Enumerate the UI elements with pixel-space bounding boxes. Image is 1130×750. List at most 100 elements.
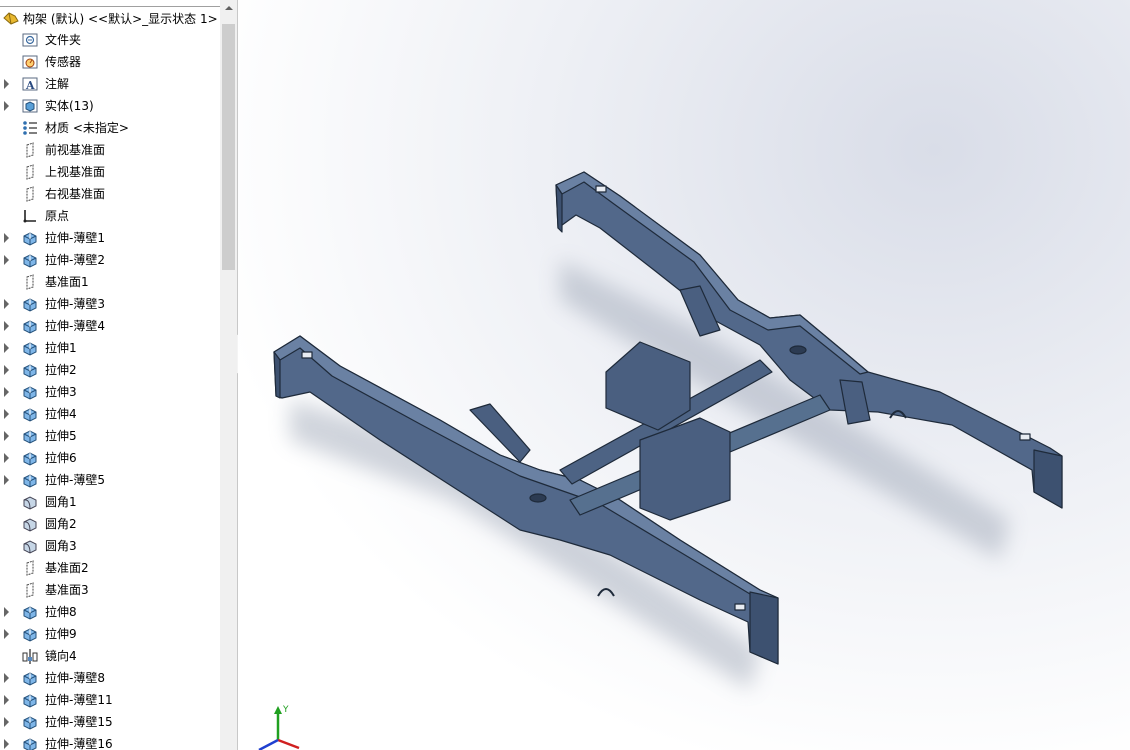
tree-item[interactable]: 右视基准面 — [0, 183, 220, 205]
tree-item[interactable]: 材质 <未指定> — [0, 117, 220, 139]
plane-icon — [26, 560, 34, 576]
tree-item[interactable]: 拉伸8 — [0, 601, 220, 623]
extrude-icon — [23, 430, 37, 444]
expand-arrow-icon[interactable] — [4, 739, 9, 749]
tree-item-label: 传感器 — [45, 55, 82, 69]
expand-arrow-icon[interactable] — [4, 673, 9, 683]
tree-filter-strip — [0, 0, 220, 7]
tree-scrollbar[interactable] — [220, 0, 237, 750]
tree-item[interactable]: A 注解 — [0, 73, 220, 95]
expand-arrow-icon[interactable] — [4, 607, 9, 617]
bogie-frame-model[interactable] — [238, 0, 1130, 750]
expand-arrow-icon[interactable] — [4, 453, 9, 463]
tree-item[interactable]: 上视基准面 — [0, 161, 220, 183]
expand-arrow-icon[interactable] — [4, 101, 9, 111]
origin-icon — [23, 210, 36, 223]
tree-item-label: 拉伸-薄壁11 — [45, 693, 113, 707]
tree-item[interactable]: 圆角2 — [0, 513, 220, 535]
tree-item[interactable]: 实体(13) — [0, 95, 220, 117]
tree-item-label: 拉伸6 — [45, 451, 77, 465]
tree-item[interactable]: 拉伸-薄壁1 — [0, 227, 220, 249]
expand-arrow-icon[interactable] — [4, 343, 9, 353]
tree-item-label: 文件夹 — [45, 33, 82, 47]
tree-item-label: 拉伸-薄壁8 — [45, 671, 105, 685]
tree-item[interactable]: 拉伸-薄壁16 — [0, 733, 220, 750]
tree-item[interactable]: 前视基准面 — [0, 139, 220, 161]
tree-item[interactable]: 拉伸-薄壁5 — [0, 469, 220, 491]
tree-item[interactable]: 拉伸2 — [0, 359, 220, 381]
extrude-icon — [23, 474, 37, 488]
tree-item[interactable]: 拉伸3 — [0, 381, 220, 403]
tree-item[interactable]: 拉伸4 — [0, 403, 220, 425]
tree-item[interactable]: 传感器 — [0, 51, 220, 73]
tree-root-part[interactable]: 构架 (默认) <<默认>_显示状态 1> — [0, 8, 218, 28]
scroll-up-arrow-icon[interactable] — [220, 0, 237, 17]
expand-arrow-icon[interactable] — [4, 321, 9, 331]
tree-item-label: 圆角1 — [45, 495, 77, 509]
triad-z-axis — [258, 738, 279, 750]
tree-item-label: 拉伸-薄壁3 — [45, 297, 105, 311]
extrude-icon — [23, 408, 37, 422]
coordinate-triad-icon: Y — [258, 705, 300, 750]
tree-item[interactable]: 镜向4 — [0, 645, 220, 667]
solid-bodies-icon — [22, 99, 38, 113]
extrude-icon — [23, 364, 37, 378]
folder-icon — [22, 33, 38, 47]
tree-item[interactable]: 拉伸-薄壁8 — [0, 667, 220, 689]
tree-item-label: 拉伸-薄壁5 — [45, 473, 105, 487]
extrude-icon — [23, 386, 37, 400]
extrude-icon — [23, 320, 37, 334]
expand-arrow-icon[interactable] — [4, 255, 9, 265]
tree-item[interactable]: 圆角1 — [0, 491, 220, 513]
tree-item[interactable]: 拉伸-薄壁3 — [0, 293, 220, 315]
expand-arrow-icon[interactable] — [4, 629, 9, 639]
tree-item-label: 右视基准面 — [45, 187, 106, 201]
expand-arrow-icon[interactable] — [4, 409, 9, 419]
tree-item[interactable]: 拉伸-薄壁15 — [0, 711, 220, 733]
tree-item[interactable]: 基准面2 — [0, 557, 220, 579]
scroll-thumb[interactable] — [222, 24, 235, 270]
expand-arrow-icon[interactable] — [4, 475, 9, 485]
extrude-icon — [23, 452, 37, 466]
svg-text:A: A — [25, 79, 35, 92]
plane-icon — [26, 274, 34, 290]
tree-item[interactable]: 拉伸-薄壁11 — [0, 689, 220, 711]
extrude-icon — [23, 342, 37, 356]
annotation-icon: A — [22, 77, 38, 92]
expand-arrow-icon[interactable] — [4, 365, 9, 375]
tree-item-label: 拉伸5 — [45, 429, 77, 443]
tree-item-label: 拉伸4 — [45, 407, 77, 421]
tree-item-label: 拉伸-薄壁1 — [45, 231, 105, 245]
expand-arrow-icon[interactable] — [4, 431, 9, 441]
tree-item-label: 镜向4 — [45, 649, 77, 663]
tree-item[interactable]: 拉伸6 — [0, 447, 220, 469]
plane-icon — [26, 164, 34, 180]
graphics-viewport[interactable] — [238, 0, 1130, 750]
expand-arrow-icon[interactable] — [4, 79, 9, 89]
tree-root-label: 构架 (默认) <<默认>_显示状态 1> — [23, 11, 218, 26]
tree-item[interactable]: 拉伸9 — [0, 623, 220, 645]
expand-arrow-icon[interactable] — [4, 299, 9, 309]
tree-item[interactable]: 拉伸-薄壁4 — [0, 315, 220, 337]
extrude-icon — [23, 694, 37, 708]
tree-item-label: 拉伸1 — [45, 341, 77, 355]
triad-y-arrow — [274, 706, 282, 714]
tree-item[interactable]: 原点 — [0, 205, 220, 227]
tree-item[interactable]: 圆角3 — [0, 535, 220, 557]
tree-item-label: 注解 — [45, 77, 70, 91]
expand-arrow-icon[interactable] — [4, 717, 9, 727]
expand-arrow-icon[interactable] — [4, 695, 9, 705]
tree-item[interactable]: 文件夹 — [0, 29, 220, 51]
plane-icon — [26, 142, 34, 158]
tree-item[interactable]: 基准面1 — [0, 271, 220, 293]
tree-item-label: 拉伸-薄壁16 — [45, 737, 113, 750]
tree-item[interactable]: 基准面3 — [0, 579, 220, 601]
tree-item[interactable]: 拉伸5 — [0, 425, 220, 447]
expand-arrow-icon[interactable] — [4, 387, 9, 397]
tree-item[interactable]: 拉伸1 — [0, 337, 220, 359]
expand-arrow-icon[interactable] — [4, 233, 9, 243]
extrude-icon — [23, 628, 37, 642]
tree-item[interactable]: 拉伸-薄壁2 — [0, 249, 220, 271]
tree-item-label: 拉伸8 — [45, 605, 77, 619]
part-icon — [3, 12, 19, 25]
